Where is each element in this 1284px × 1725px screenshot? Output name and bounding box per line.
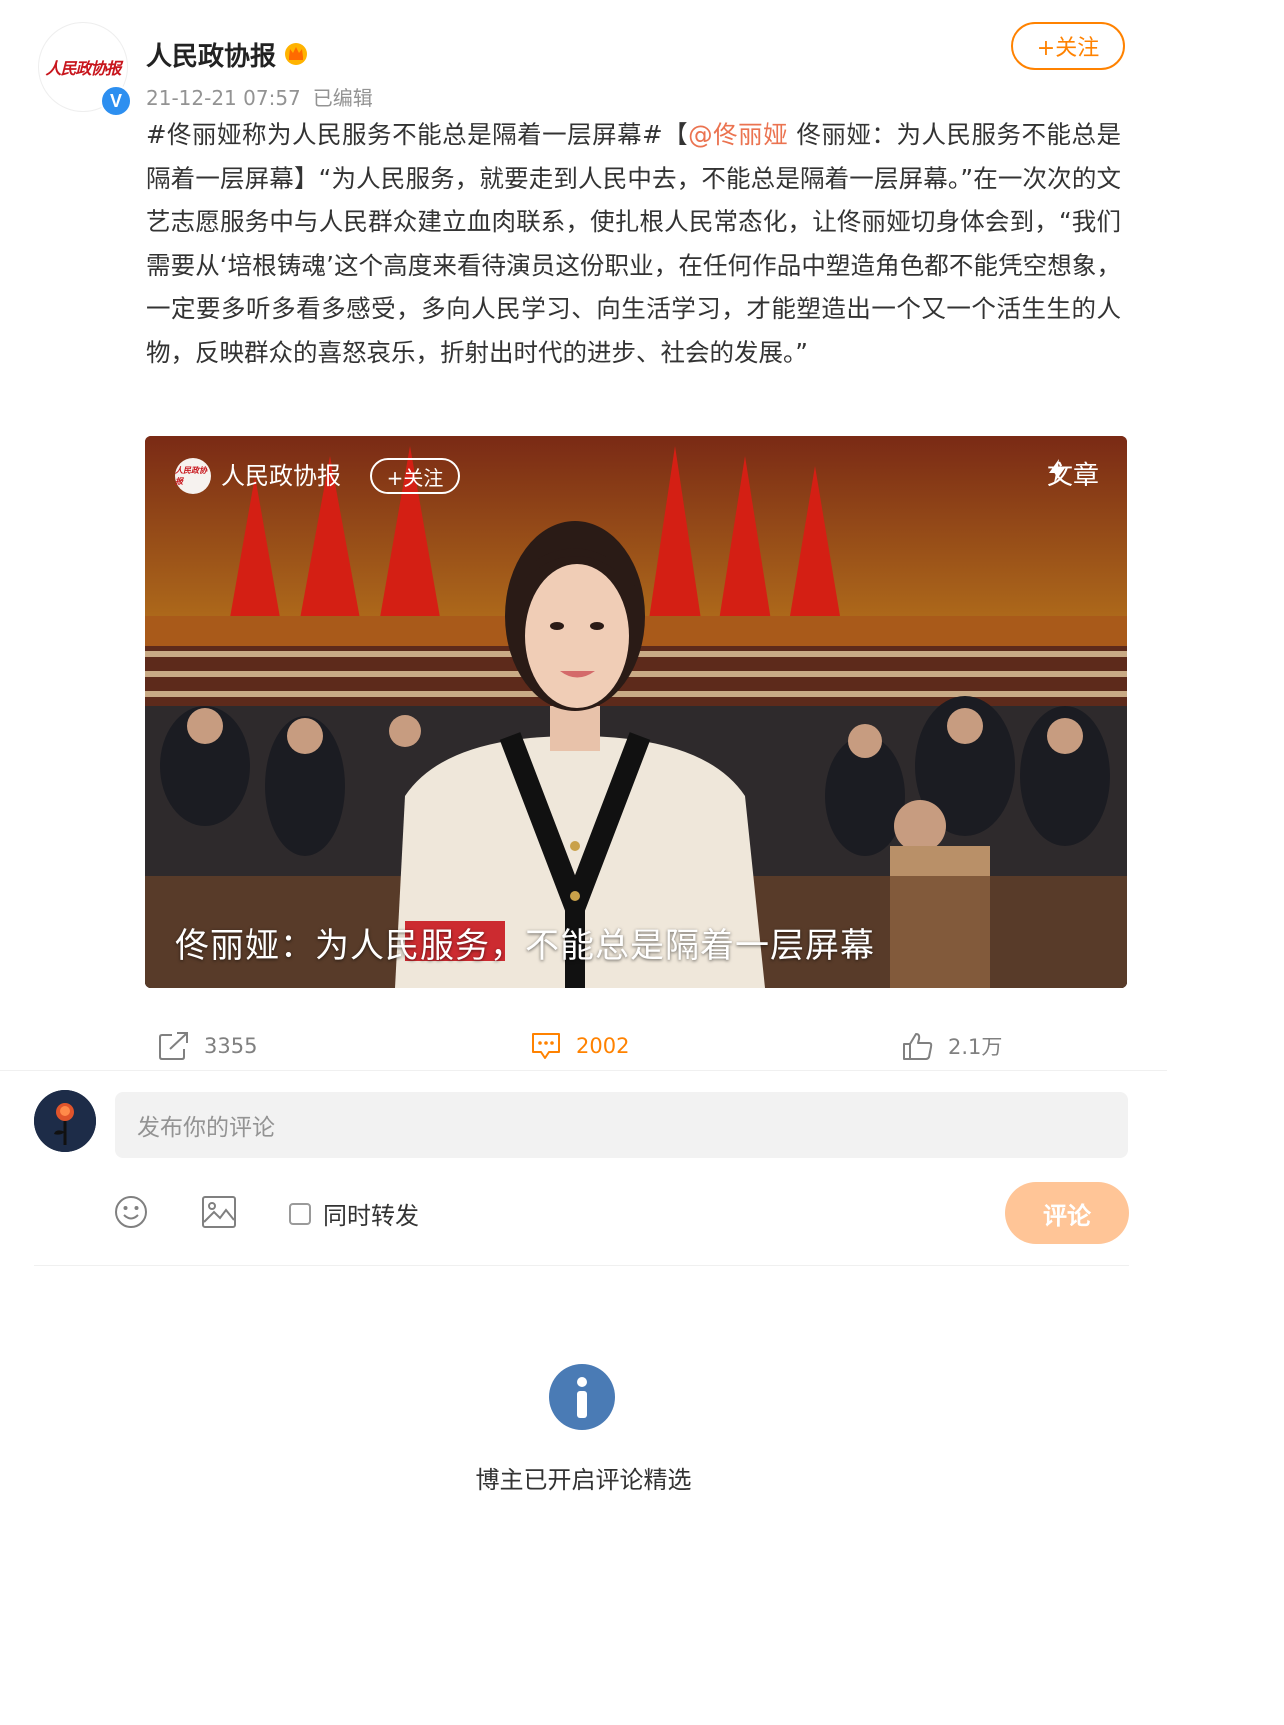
post-meta: 21-12-21 07:57 已编辑 (146, 82, 373, 111)
crown-icon (285, 43, 307, 65)
mention-link[interactable]: @佟丽娅 (688, 120, 788, 149)
repost-also-checkbox[interactable] (289, 1202, 311, 1225)
post-text-body: 佟丽娅：为人民服务不能总是隔着一层屏幕】“为人民服务，就要走到人民中去，不能总是… (146, 120, 1121, 367)
image-upload-icon[interactable] (200, 1194, 238, 1230)
current-user-avatar[interactable] (34, 1090, 96, 1152)
media-follow-button[interactable]: +关注 (370, 458, 460, 494)
edited-label: 已编辑 (312, 86, 373, 110)
author-name[interactable]: 人民政协报 (146, 36, 276, 73)
lightning-icon (1048, 459, 1065, 483)
share-icon (159, 1032, 188, 1060)
divider (0, 1070, 1167, 1071)
repost-count: 3355 (204, 1034, 258, 1058)
follow-button[interactable]: +关注 (1011, 22, 1125, 70)
verified-badge-icon: V (100, 85, 132, 117)
rose-image (34, 1090, 96, 1152)
media-caption: 佟丽娅：为人民服务，不能总是隔着一层屏幕 (175, 926, 875, 966)
thumbs-up-icon (903, 1033, 933, 1060)
media-source-logo: 人民政协报 (175, 458, 211, 494)
media-source-name[interactable]: 人民政协报 (221, 458, 341, 494)
divider (34, 1265, 1129, 1266)
repost-button[interactable]: 3355 (158, 1028, 257, 1064)
repost-also-option[interactable]: 同时转发 (289, 1196, 419, 1231)
author-logo: 人民政协报 (45, 59, 121, 78)
post-time[interactable]: 21-12-21 07:57 (146, 86, 301, 110)
comment-icon (532, 1033, 560, 1059)
article-cover-image (145, 436, 1127, 988)
comment-curation-notice: 博主已开启评论精选 (475, 1466, 692, 1494)
like-button[interactable]: 2.1万 (902, 1028, 1002, 1064)
article-tag: 文章 (1047, 458, 1099, 494)
info-icon (549, 1364, 615, 1430)
emoji-icon[interactable] (113, 1194, 149, 1230)
article-card[interactable]: 人民政协报 人民政协报 +关注 文章 佟丽娅：为人民服务，不能总是隔着一层屏幕 (145, 436, 1127, 988)
like-count: 2.1万 (948, 1035, 1003, 1059)
comment-input[interactable]: 发布你的评论 (115, 1092, 1128, 1158)
submit-comment-button[interactable]: 评论 (1005, 1182, 1129, 1244)
comment-button[interactable]: 2002 (530, 1028, 629, 1064)
comment-count: 2002 (576, 1034, 630, 1058)
post-text-hashtag[interactable]: #佟丽娅称为人民服务不能总是隔着一层屏幕#【 (146, 120, 688, 149)
repost-also-label: 同时转发 (323, 1202, 419, 1230)
post-text: #佟丽娅称为人民服务不能总是隔着一层屏幕#【@佟丽娅 佟丽娅：为人民服务不能总是… (146, 113, 1121, 375)
